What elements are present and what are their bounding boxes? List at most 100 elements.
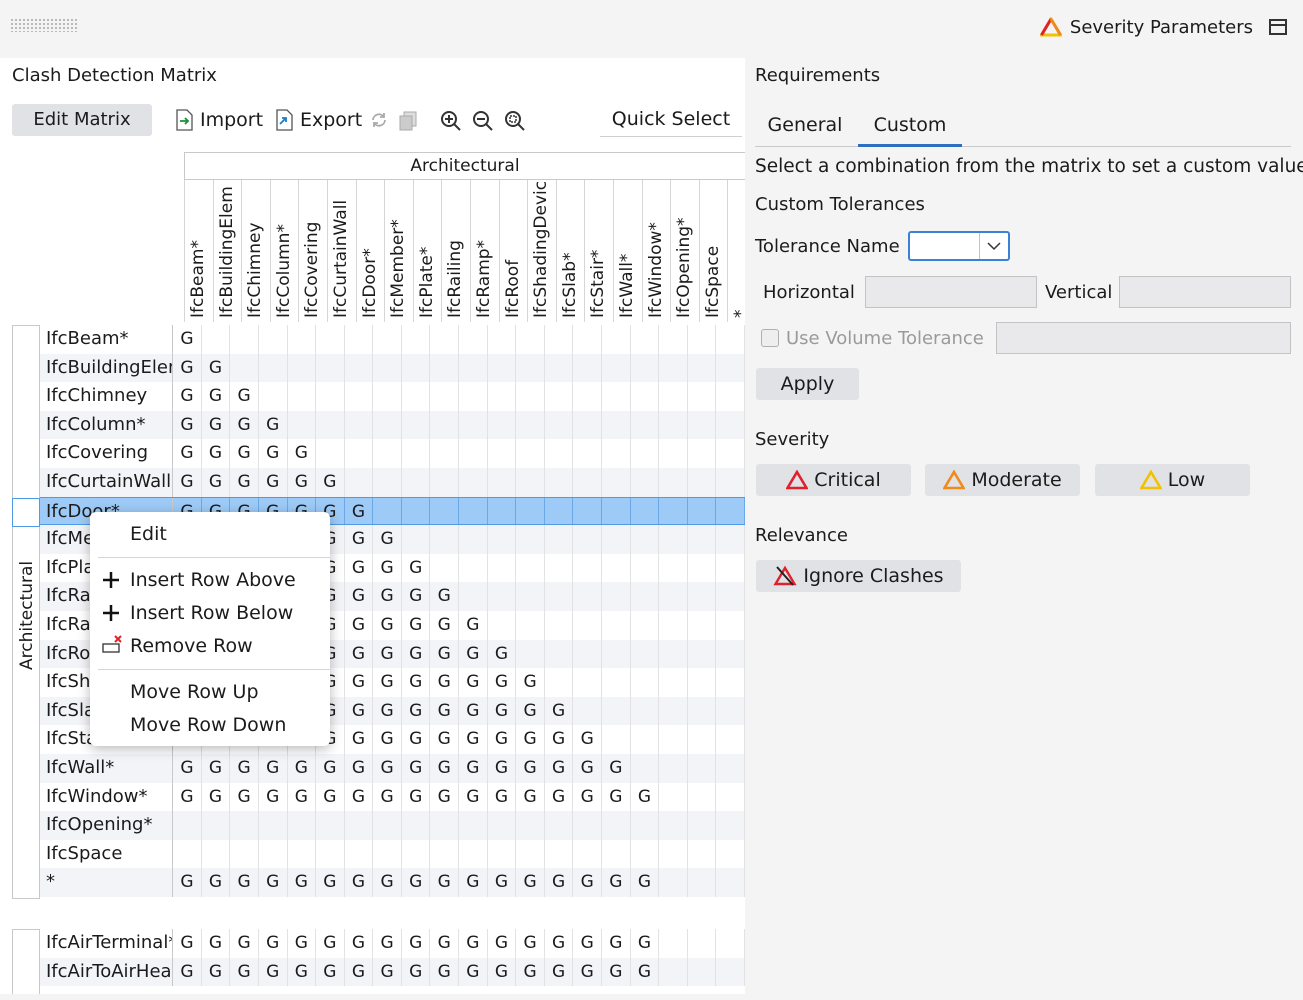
matrix-cell[interactable] xyxy=(316,811,345,840)
matrix-cell[interactable] xyxy=(716,811,745,840)
matrix-cell[interactable] xyxy=(516,553,545,583)
matrix-cell[interactable]: G xyxy=(430,782,460,812)
matrix-cell[interactable] xyxy=(430,497,460,525)
matrix-cell[interactable] xyxy=(516,525,545,554)
matrix-cell[interactable] xyxy=(488,382,517,411)
matrix-cell[interactable] xyxy=(688,497,717,525)
matrix-cell[interactable] xyxy=(516,839,545,869)
matrix-cell[interactable]: G xyxy=(459,957,488,987)
matrix-cell[interactable] xyxy=(602,525,631,554)
matrix-cell[interactable]: G xyxy=(631,782,660,812)
matrix-cell[interactable]: G xyxy=(459,611,488,640)
matrix-cell[interactable] xyxy=(716,553,745,583)
matrix-cell[interactable] xyxy=(659,497,688,525)
matrix-cell[interactable]: G xyxy=(402,639,431,669)
matrix-cell[interactable] xyxy=(659,957,688,987)
matrix-row[interactable]: IfcAirTerminal* G G G G G G G G G G G G G G G G G xyxy=(40,929,745,958)
matrix-cell[interactable] xyxy=(716,957,745,987)
matrix-cell[interactable] xyxy=(631,582,660,611)
matrix-cell[interactable] xyxy=(373,410,402,440)
matrix-cell[interactable]: G xyxy=(230,957,259,987)
matrix-cell[interactable] xyxy=(259,811,288,840)
matrix-cell[interactable]: G xyxy=(259,754,288,783)
drag-handle[interactable] xyxy=(10,18,78,32)
matrix-cell[interactable]: G xyxy=(345,497,374,525)
matrix-cell[interactable] xyxy=(602,611,631,640)
matrix-cell[interactable]: G xyxy=(230,868,259,897)
matrix-cell[interactable] xyxy=(688,525,717,554)
matrix-cell[interactable] xyxy=(631,553,660,583)
matrix-cell[interactable] xyxy=(545,525,574,554)
matrix-cell[interactable] xyxy=(373,382,402,411)
matrix-cell[interactable]: G xyxy=(345,525,374,554)
matrix-cell[interactable] xyxy=(573,639,603,669)
matrix-cell[interactable] xyxy=(488,811,517,840)
matrix-cell[interactable] xyxy=(488,839,517,869)
matrix-cell[interactable] xyxy=(631,468,660,497)
matrix-cell[interactable]: G xyxy=(402,782,431,812)
matrix-cell[interactable] xyxy=(488,525,517,554)
matrix-cell[interactable] xyxy=(602,353,631,383)
matrix-cell[interactable] xyxy=(659,811,688,840)
matrix-cell[interactable] xyxy=(716,468,745,497)
matrix-cell[interactable] xyxy=(516,497,545,525)
matrix-row[interactable]: IfcBuildingElem G G xyxy=(40,353,745,383)
matrix-cell[interactable] xyxy=(573,410,603,440)
matrix-cell[interactable] xyxy=(316,382,345,411)
matrix-cell[interactable]: G xyxy=(430,668,460,697)
matrix-cell[interactable] xyxy=(259,353,288,383)
matrix-cell[interactable] xyxy=(202,811,231,840)
matrix-cell[interactable]: G xyxy=(345,553,374,583)
matrix-row[interactable]: IfcChimney G G G xyxy=(40,382,745,411)
matrix-cell[interactable] xyxy=(573,553,603,583)
matrix-cell[interactable]: G xyxy=(516,782,545,812)
matrix-cell[interactable] xyxy=(430,553,460,583)
matrix-cell[interactable] xyxy=(345,410,374,440)
matrix-cell[interactable] xyxy=(659,929,688,958)
matrix-cell[interactable]: G xyxy=(230,410,259,440)
matrix-cell[interactable]: G xyxy=(602,754,631,783)
column-header[interactable]: * xyxy=(727,180,745,322)
matrix-cell[interactable]: G xyxy=(602,868,631,897)
matrix-cell[interactable] xyxy=(716,410,745,440)
matrix-cell[interactable]: G xyxy=(345,868,374,897)
matrix-cell[interactable]: G xyxy=(545,725,574,754)
matrix-cell[interactable]: G xyxy=(602,929,631,958)
matrix-cell[interactable] xyxy=(545,582,574,611)
matrix-cell[interactable]: G xyxy=(173,929,202,958)
matrix-cell[interactable] xyxy=(716,754,745,783)
matrix-cell[interactable] xyxy=(716,929,745,958)
matrix-cell[interactable]: G xyxy=(402,868,431,897)
matrix-cell[interactable] xyxy=(288,382,317,411)
matrix-cell[interactable] xyxy=(659,525,688,554)
matrix-cell[interactable] xyxy=(631,639,660,669)
matrix-cell[interactable]: G xyxy=(402,611,431,640)
import-button[interactable]: Import xyxy=(174,104,263,136)
matrix-cell[interactable] xyxy=(688,811,717,840)
column-header[interactable]: IfcChimney xyxy=(241,180,270,322)
matrix-cell[interactable] xyxy=(688,639,717,669)
matrix-cell[interactable] xyxy=(516,325,545,354)
matrix-cell[interactable]: G xyxy=(259,868,288,897)
matrix-cell[interactable] xyxy=(316,353,345,383)
matrix-cell[interactable] xyxy=(573,839,603,869)
matrix-cell[interactable]: G xyxy=(173,957,202,987)
matrix-cell[interactable] xyxy=(259,325,288,354)
matrix-cell[interactable] xyxy=(659,382,688,411)
matrix-cell[interactable] xyxy=(573,611,603,640)
matrix-cell[interactable] xyxy=(402,497,431,525)
matrix-cell[interactable]: G xyxy=(345,582,374,611)
matrix-cell[interactable] xyxy=(459,325,488,354)
matrix-row[interactable]: IfcWall* G G G G G G G G G G G G G G G G xyxy=(40,754,745,783)
matrix-cell[interactable] xyxy=(602,639,631,669)
matrix-cell[interactable] xyxy=(545,410,574,440)
matrix-cell[interactable] xyxy=(688,611,717,640)
tolerance-name-dropdown[interactable] xyxy=(908,231,1010,261)
matrix-cell[interactable] xyxy=(545,353,574,383)
matrix-cell[interactable] xyxy=(716,497,745,525)
matrix-cell[interactable] xyxy=(430,839,460,869)
matrix-cell[interactable] xyxy=(631,410,660,440)
matrix-cell[interactable]: G xyxy=(459,668,488,697)
matrix-cell[interactable] xyxy=(345,811,374,840)
matrix-cell[interactable] xyxy=(202,839,231,869)
